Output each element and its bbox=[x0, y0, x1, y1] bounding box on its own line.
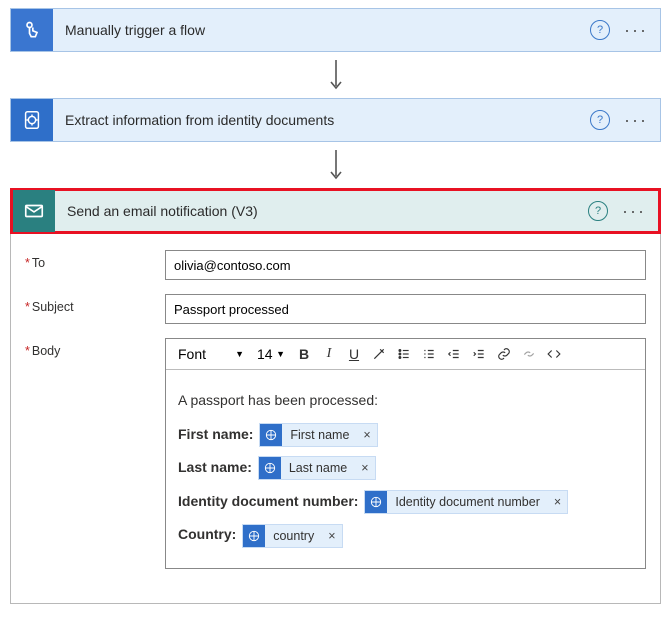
help-icon[interactable]: ? bbox=[590, 20, 610, 40]
dynamic-token[interactable]: Identity document number× bbox=[364, 490, 568, 514]
mail-icon bbox=[13, 190, 55, 232]
indent-button[interactable] bbox=[467, 342, 491, 366]
unlink-button[interactable] bbox=[517, 342, 541, 366]
to-input[interactable] bbox=[165, 250, 646, 280]
ai-extract-icon bbox=[11, 99, 53, 141]
font-select[interactable]: Font▼ bbox=[172, 345, 250, 363]
token-source-icon bbox=[243, 525, 265, 547]
dynamic-token[interactable]: First name× bbox=[259, 423, 377, 447]
body-line: First name: First name× bbox=[178, 418, 633, 452]
step-extract[interactable]: Extract information from identity docume… bbox=[10, 98, 661, 142]
to-label: To bbox=[25, 250, 165, 270]
body-line: Country: country× bbox=[178, 518, 633, 552]
underline-button[interactable]: U bbox=[342, 342, 366, 366]
token-source-icon bbox=[260, 424, 282, 446]
outdent-button[interactable] bbox=[442, 342, 466, 366]
step-trigger[interactable]: Manually trigger a flow ? ··· bbox=[10, 8, 661, 52]
step-title: Manually trigger a flow bbox=[53, 22, 590, 38]
code-view-button[interactable] bbox=[542, 342, 566, 366]
subject-label: Subject bbox=[25, 294, 165, 314]
body-line: Identity document number: Identity docum… bbox=[178, 485, 633, 519]
step-email[interactable]: Send an email notification (V3) ? ··· bbox=[13, 191, 658, 231]
token-remove-icon[interactable]: × bbox=[548, 487, 567, 517]
body-line-label: Country: bbox=[178, 526, 240, 542]
more-icon[interactable]: ··· bbox=[624, 20, 648, 41]
token-label: First name bbox=[282, 420, 357, 450]
token-source-icon bbox=[259, 457, 281, 479]
token-source-icon bbox=[365, 491, 387, 513]
help-icon[interactable]: ? bbox=[590, 110, 610, 130]
token-label: Identity document number bbox=[387, 487, 548, 517]
more-icon[interactable]: ··· bbox=[622, 201, 646, 222]
step-title: Send an email notification (V3) bbox=[55, 203, 588, 219]
dynamic-token[interactable]: country× bbox=[242, 524, 342, 548]
body-label: Body bbox=[25, 338, 165, 358]
touch-icon bbox=[11, 9, 53, 51]
numbers-button[interactable] bbox=[417, 342, 441, 366]
arrow-connector bbox=[10, 52, 661, 98]
step-email-body: To Subject Body Font▼ 14▼ B I U bbox=[10, 234, 661, 604]
token-remove-icon[interactable]: × bbox=[322, 521, 341, 551]
body-content[interactable]: A passport has been processed:First name… bbox=[166, 370, 645, 568]
token-remove-icon[interactable]: × bbox=[355, 453, 374, 483]
editor-toolbar: Font▼ 14▼ B I U bbox=[166, 339, 645, 370]
help-icon[interactable]: ? bbox=[588, 201, 608, 221]
font-size-select[interactable]: 14▼ bbox=[251, 345, 291, 363]
bold-button[interactable]: B bbox=[292, 342, 316, 366]
bullets-button[interactable] bbox=[392, 342, 416, 366]
color-button[interactable] bbox=[367, 342, 391, 366]
body-intro: A passport has been processed: bbox=[178, 384, 633, 418]
body-line: Last name: Last name× bbox=[178, 451, 633, 485]
step-title: Extract information from identity docume… bbox=[53, 112, 590, 128]
body-editor: Font▼ 14▼ B I U A passport has been proc… bbox=[165, 338, 646, 569]
token-label: Last name bbox=[281, 453, 355, 483]
link-button[interactable] bbox=[492, 342, 516, 366]
body-line-label: Last name: bbox=[178, 459, 256, 475]
italic-button[interactable]: I bbox=[317, 342, 341, 366]
token-remove-icon[interactable]: × bbox=[357, 420, 376, 450]
more-icon[interactable]: ··· bbox=[624, 110, 648, 131]
token-label: country bbox=[265, 521, 322, 551]
arrow-connector bbox=[10, 142, 661, 188]
body-line-label: Identity document number: bbox=[178, 493, 362, 509]
dynamic-token[interactable]: Last name× bbox=[258, 456, 376, 480]
body-line-label: First name: bbox=[178, 426, 257, 442]
subject-input[interactable] bbox=[165, 294, 646, 324]
